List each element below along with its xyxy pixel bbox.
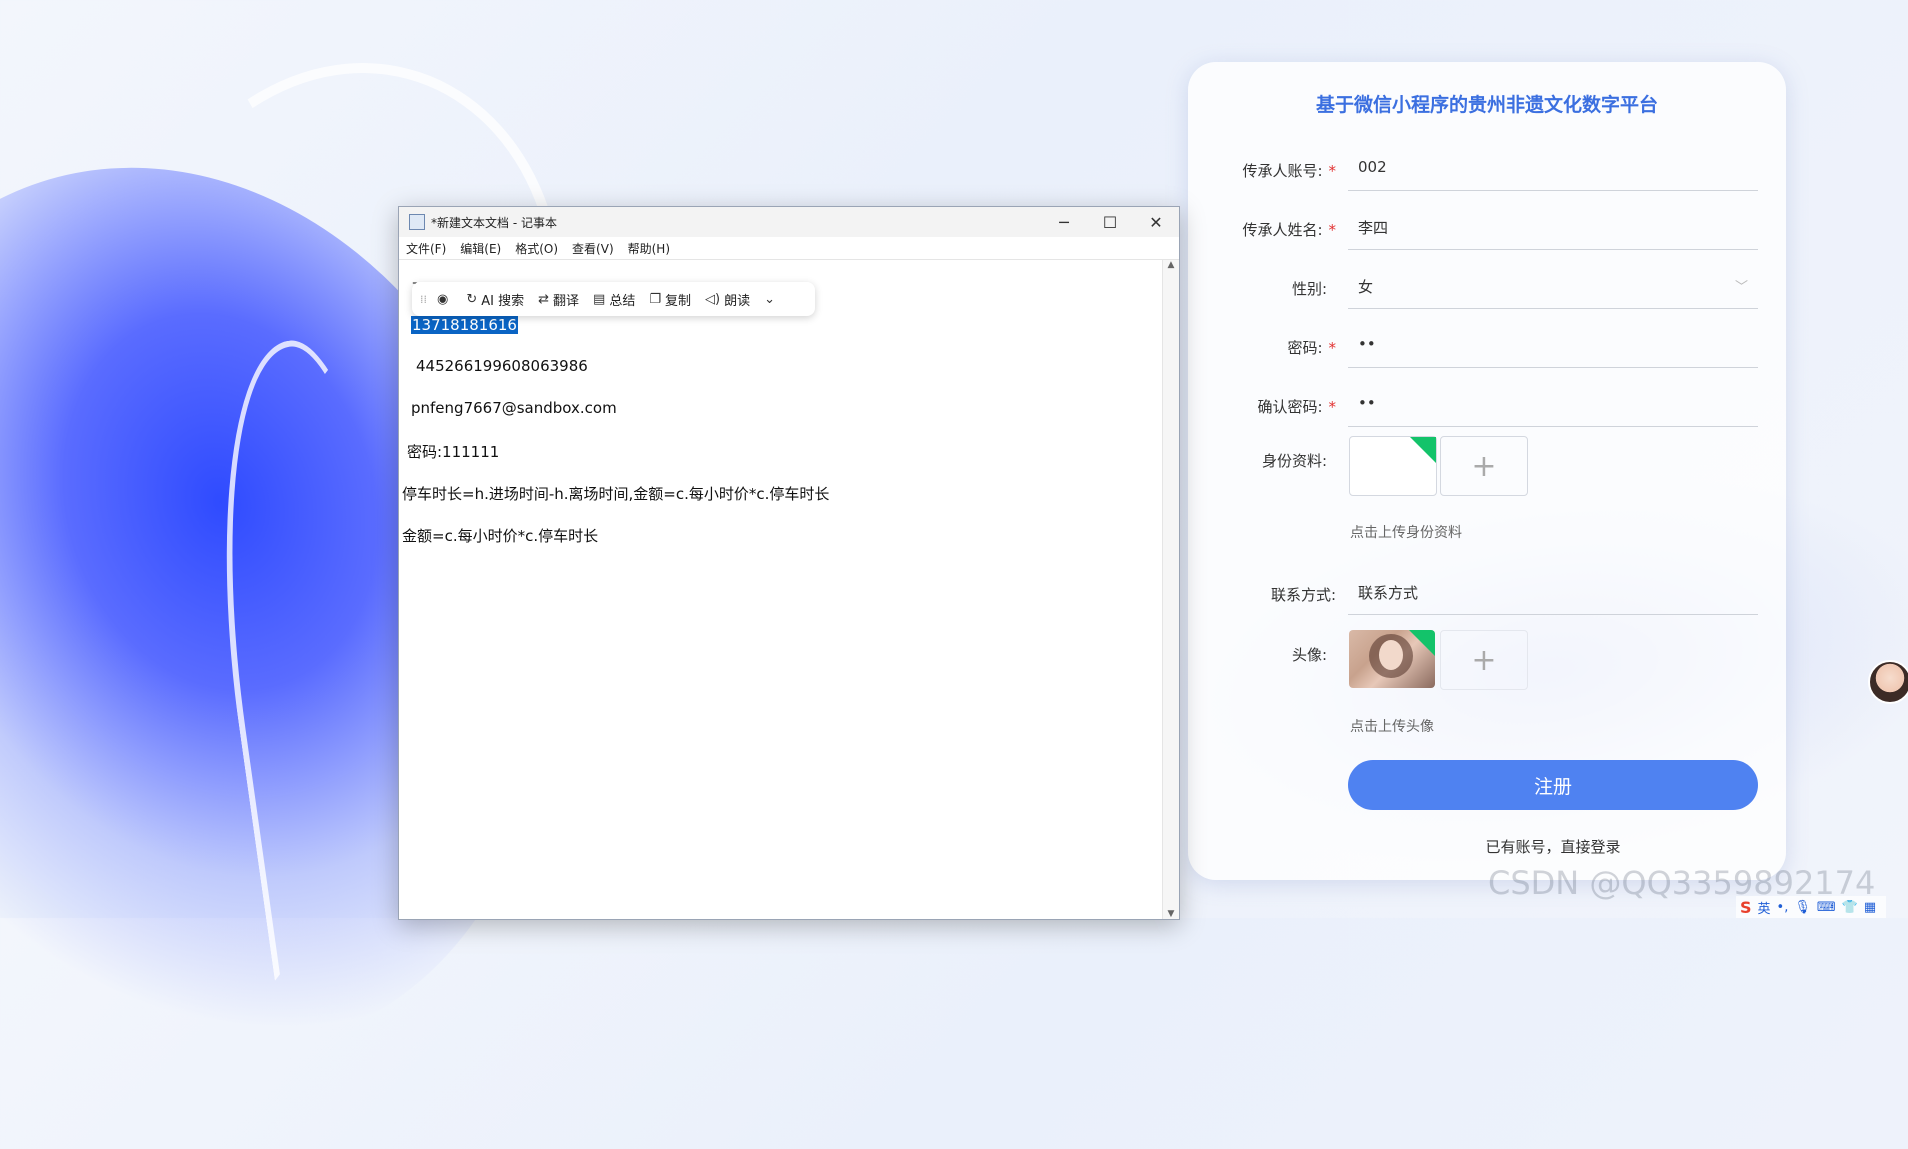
translate-icon: ⇄ bbox=[538, 291, 550, 307]
text-line: 445266199608063986 bbox=[416, 357, 588, 375]
confirm-password-input[interactable]: •• bbox=[1348, 382, 1758, 427]
uploaded-badge bbox=[1409, 630, 1435, 656]
password-label: 密码: * bbox=[1287, 339, 1336, 357]
notepad-titlebar[interactable]: *新建文本文档 - 记事本 ─ ☐ ✕ bbox=[399, 207, 1179, 237]
menu-format[interactable]: 格式(O) bbox=[508, 240, 565, 257]
avatar-hint[interactable]: 点击上传头像 bbox=[1350, 716, 1434, 736]
id-docs-upload-button[interactable]: + bbox=[1440, 436, 1528, 496]
menu-file[interactable]: 文件(F) bbox=[399, 240, 453, 257]
uploaded-badge bbox=[1410, 437, 1436, 463]
confirm-password-label: 确认密码: * bbox=[1257, 398, 1336, 416]
id-docs-hint[interactable]: 点击上传身份资料 bbox=[1350, 522, 1462, 542]
page-title: 基于微信小程序的贵州非遗文化数字平台 bbox=[1315, 94, 1658, 116]
punctuation-icon[interactable]: •, bbox=[1777, 900, 1789, 915]
menu-bar: 文件(F) 编辑(E) 格式(O) 查看(V) 帮助(H) bbox=[399, 237, 1179, 260]
avatar-thumbnail[interactable] bbox=[1349, 630, 1435, 688]
vertical-scrollbar[interactable]: ▲ ▼ bbox=[1162, 260, 1179, 919]
copy-icon: ❐ bbox=[649, 291, 662, 307]
keyboard-icon[interactable]: ⌨ bbox=[1817, 900, 1836, 915]
avatar-upload-button[interactable]: + bbox=[1440, 630, 1528, 690]
gender-label: 性别: bbox=[1291, 280, 1327, 298]
chevron-down-icon: ﹀ bbox=[1734, 280, 1748, 295]
contact-label: 联系方式: bbox=[1270, 586, 1336, 604]
text-area[interactable]: 己 13718181616 445266199608063986 pnfeng7… bbox=[399, 260, 1162, 919]
menu-edit[interactable]: 编辑(E) bbox=[453, 240, 508, 257]
id-docs-label: 身份资料: bbox=[1261, 452, 1327, 470]
speaker-icon: ◁) bbox=[705, 291, 721, 307]
password-input[interactable]: •• bbox=[1348, 323, 1758, 368]
shirt-icon[interactable]: 👕 bbox=[1842, 900, 1858, 915]
plus-icon: + bbox=[1471, 642, 1497, 678]
translate-button[interactable]: ⇄ 翻译 bbox=[531, 290, 586, 309]
chevron-down-icon: ⌄ bbox=[764, 291, 776, 307]
ai-assistant-icon: ◉ bbox=[437, 291, 449, 307]
read-aloud-button[interactable]: ◁) 朗读 bbox=[698, 290, 757, 309]
menu-view[interactable]: 查看(V) bbox=[565, 240, 621, 257]
window-title: *新建文本文档 - 记事本 bbox=[431, 215, 557, 230]
minimize-button[interactable]: ─ bbox=[1041, 207, 1087, 237]
notepad-app-icon bbox=[409, 214, 425, 230]
ime-tray[interactable]: S 英 •, 🎙 ⌨ 👕 ▦ bbox=[1736, 896, 1887, 918]
assistant-avatar[interactable] bbox=[1868, 660, 1908, 704]
id-docs-thumbnail[interactable] bbox=[1349, 436, 1437, 496]
avatar-label: 头像: bbox=[1291, 646, 1327, 664]
ime-language[interactable]: 英 bbox=[1758, 898, 1771, 917]
account-label: 传承人账号: * bbox=[1242, 162, 1336, 180]
name-label: 传承人姓名: * bbox=[1242, 221, 1336, 239]
selected-text: 13718181616 bbox=[411, 316, 518, 334]
contact-input[interactable]: 联系方式 bbox=[1348, 570, 1758, 615]
ai-assistant-button[interactable]: ◉ bbox=[430, 292, 459, 307]
close-button[interactable]: ✕ bbox=[1133, 207, 1179, 237]
more-button[interactable]: ⌄ bbox=[757, 292, 786, 307]
text-line: 金额=c.每小时价*c.停车时长 bbox=[402, 527, 599, 545]
login-link[interactable]: 已有账号，直接登录 bbox=[1348, 836, 1758, 857]
menu-help[interactable]: 帮助(H) bbox=[621, 240, 677, 257]
summary-icon: ▤ bbox=[593, 291, 606, 307]
sogou-icon: S bbox=[1740, 897, 1752, 917]
maximize-button[interactable]: ☐ bbox=[1087, 207, 1133, 237]
name-input[interactable]: 李四 bbox=[1348, 205, 1758, 250]
summary-button[interactable]: ▤ 总结 bbox=[586, 290, 642, 309]
scroll-up-icon[interactable]: ▲ bbox=[1163, 260, 1179, 270]
text-line: 密码:111111 bbox=[407, 443, 500, 461]
register-button[interactable]: 注册 bbox=[1348, 760, 1758, 810]
account-input[interactable]: 002 bbox=[1348, 146, 1758, 191]
plus-icon: + bbox=[1471, 448, 1497, 484]
text-line: pnfeng7667@sandbox.com bbox=[411, 399, 617, 417]
gender-select[interactable]: 女 ﹀ bbox=[1348, 264, 1758, 309]
drag-handle-icon[interactable]: ⁞⁞ bbox=[420, 293, 430, 306]
grid-icon[interactable]: ▦ bbox=[1864, 900, 1876, 915]
mic-icon[interactable]: 🎙 bbox=[1794, 900, 1811, 915]
ai-floating-toolbar: ⁞⁞ ◉ ↻ AI 搜索 ⇄ 翻译 ▤ 总结 ❐ 复制 ◁) 朗读 ⌄ bbox=[412, 282, 815, 316]
text-line: 停车时长=h.进场时间-h.离场时间,金额=c.每小时价*c.停车时长 bbox=[402, 485, 830, 503]
register-card: 基于微信小程序的贵州非遗文化数字平台 传承人账号: * 002 传承人姓名: * 李… bbox=[1188, 62, 1786, 880]
search-icon: ↻ bbox=[466, 291, 478, 307]
copy-button[interactable]: ❐ 复制 bbox=[642, 290, 698, 309]
ai-search-button[interactable]: ↻ AI 搜索 bbox=[459, 290, 531, 309]
